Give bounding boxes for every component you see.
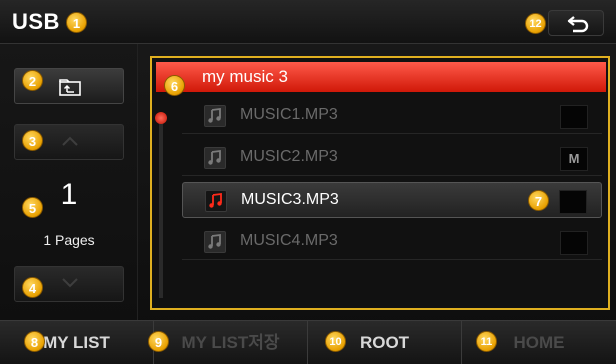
scroll-thumb[interactable] <box>155 112 167 124</box>
scroll-track[interactable] <box>159 118 163 298</box>
file-badge: M <box>560 147 588 171</box>
page-title: USB <box>12 9 60 34</box>
callout-3: 3 <box>22 130 43 151</box>
callout-6: 6 <box>164 75 185 96</box>
back-button[interactable] <box>548 10 604 36</box>
my-list-save-button[interactable]: MY LIST저장 <box>154 321 308 364</box>
music-note-icon <box>204 231 226 253</box>
bottom-bar: MY LIST MY LIST저장 ROOT HOME <box>0 320 616 364</box>
music-note-icon <box>204 105 226 127</box>
left-panel: 1 1 Pages <box>0 44 138 320</box>
chevron-down-icon <box>62 278 78 288</box>
file-name: MUSIC4.MP3 <box>240 232 338 249</box>
callout-4: 4 <box>22 277 43 298</box>
file-name: MUSIC2.MP3 <box>240 148 338 165</box>
folder-up-icon <box>59 79 81 96</box>
callout-2: 2 <box>22 70 43 91</box>
folder-header[interactable]: my music 3 <box>156 62 606 92</box>
file-name: MUSIC1.MP3 <box>240 106 338 123</box>
callout-1: 1 <box>66 12 87 33</box>
callout-8: 8 <box>24 331 45 352</box>
file-badge <box>560 231 588 255</box>
callout-7: 7 <box>528 190 549 211</box>
callout-11: 11 <box>476 331 497 352</box>
music-note-icon <box>204 147 226 169</box>
chevron-up-icon <box>62 136 78 146</box>
title-bar: USB <box>0 0 616 44</box>
callout-5: 5 <box>22 197 43 218</box>
file-badge <box>560 105 588 129</box>
back-arrow-icon <box>567 16 589 33</box>
file-badge <box>559 190 587 214</box>
page-number: 1 <box>60 178 78 211</box>
file-list: my music 3 MUSIC1.MP3 MUSIC2.MP3 M MUSIC… <box>150 56 610 310</box>
file-row[interactable]: MUSIC2.MP3 M <box>182 140 602 176</box>
pages-label: 1 Pages <box>43 232 95 248</box>
file-row[interactable]: MUSIC1.MP3 <box>182 98 602 134</box>
folder-name: my music 3 <box>202 67 288 86</box>
usb-music-screen: USB 1 12 1 1 Pages 2 3 5 4 my music 3 MU… <box>0 0 616 364</box>
file-row[interactable]: MUSIC4.MP3 <box>182 224 602 260</box>
music-note-icon <box>205 190 227 212</box>
file-name: MUSIC3.MP3 <box>241 191 339 208</box>
callout-12: 12 <box>525 13 546 34</box>
callout-10: 10 <box>325 331 346 352</box>
callout-9: 9 <box>148 331 169 352</box>
